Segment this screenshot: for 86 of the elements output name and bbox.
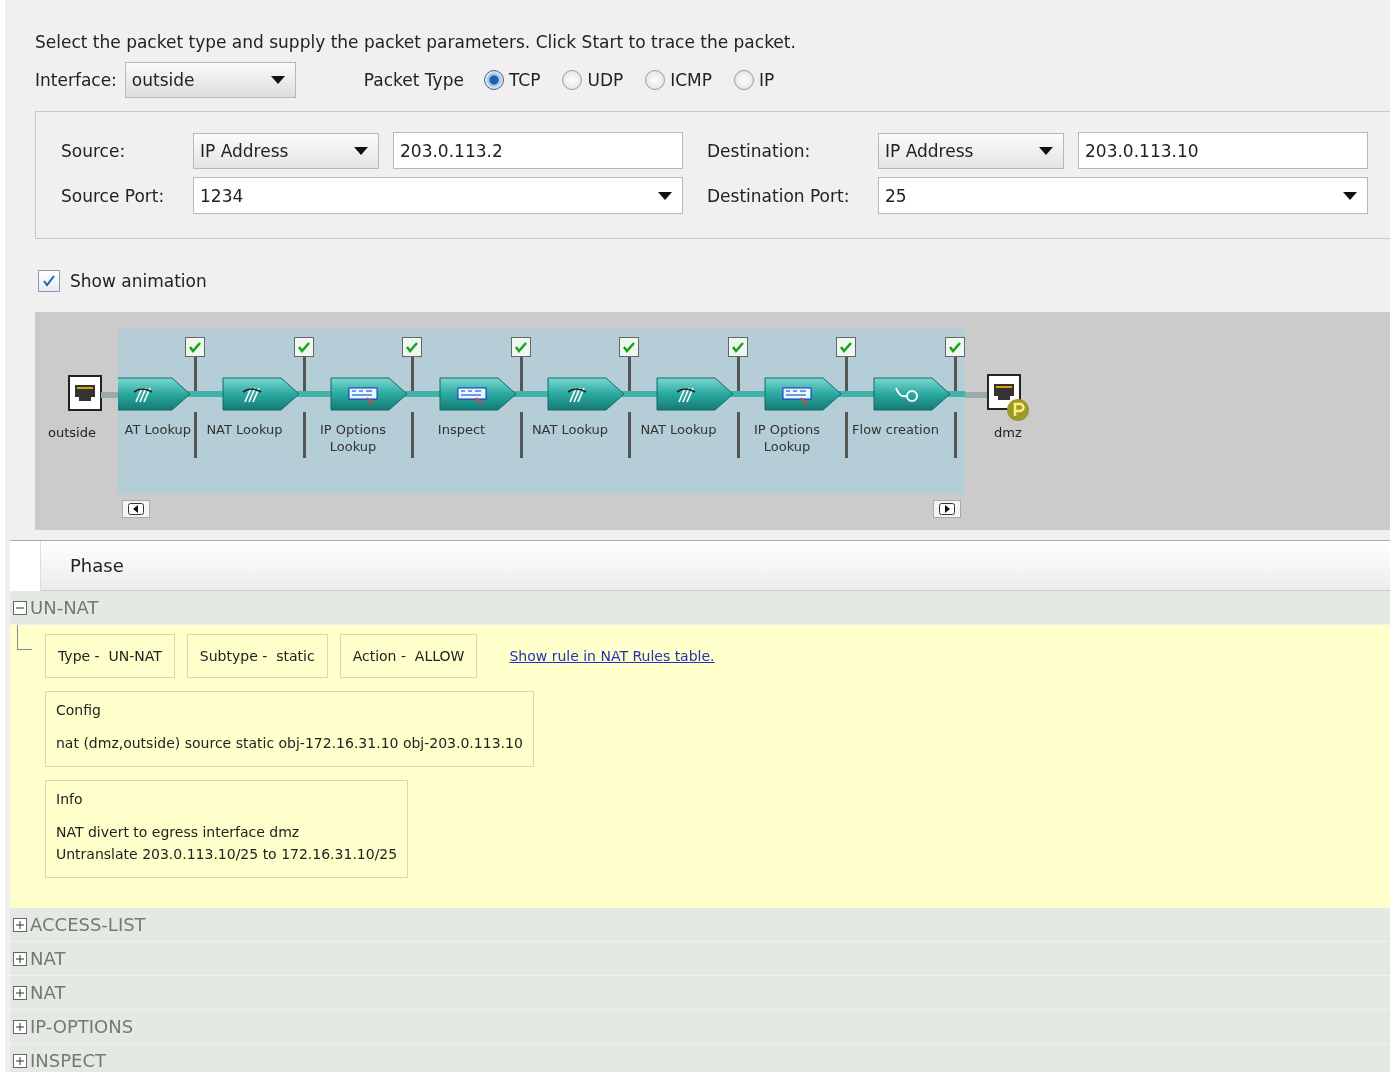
instruction-text: Select the packet type and supply the packet parameters. Click Start to trace the packet. xyxy=(35,32,797,52)
phase-group-row[interactable]: NAT xyxy=(10,942,1390,976)
check-icon xyxy=(947,340,962,354)
config-title: Config xyxy=(56,702,102,718)
node-label: dmz xyxy=(994,425,1022,440)
tree-connector-line xyxy=(17,625,32,650)
nat-rule-link[interactable]: Show rule in NAT Rules table. xyxy=(509,648,715,664)
caret-icon xyxy=(354,146,368,155)
destination-type-dropdown[interactable]: IP Address xyxy=(878,132,1064,169)
check-icon xyxy=(41,273,57,289)
source-port-combo[interactable]: 1234 xyxy=(193,177,683,214)
options-stage-icon xyxy=(437,376,518,412)
options-stage-icon xyxy=(329,376,409,412)
check-icon xyxy=(405,340,419,354)
info-text: NAT divert to egress interface dmz xyxy=(56,823,301,842)
scroll-left-button[interactable] xyxy=(122,500,150,518)
phase-group-row[interactable]: ACCESS-LIST xyxy=(10,908,1390,942)
nat-stage-icon xyxy=(654,376,735,412)
node-label: outside xyxy=(48,425,96,440)
check-icon xyxy=(839,340,853,354)
show-animation-checkbox[interactable] xyxy=(38,270,60,292)
stage-checkbox[interactable] xyxy=(727,337,748,357)
info-text: Untranslate 203.0.113.10/25 to 172.16.31.10/25 xyxy=(56,845,398,864)
caret-icon xyxy=(658,191,672,200)
config-text: nat (dmz,outside) source static obj-172.16.31.10 obj-203.0.113.10 xyxy=(56,734,523,753)
expand-icon[interactable] xyxy=(13,917,27,932)
nat-stage-icon xyxy=(118,376,192,412)
network-port-icon xyxy=(68,375,102,411)
nat-stage-icon xyxy=(220,376,301,412)
phase-group-row[interactable]: NAT xyxy=(10,976,1390,1010)
phase-group-row[interactable]: IP-OPTIONS xyxy=(10,1010,1390,1044)
stage-label: NAT Lookup xyxy=(530,421,610,438)
source-address-field[interactable]: 203.0.113.2 xyxy=(393,132,683,169)
show-animation-label: Show animation xyxy=(70,271,207,291)
packet-type-radio[interactable]: UDP xyxy=(562,70,624,90)
interface-label: Interface: xyxy=(35,70,117,90)
stage-label: IP Options Lookup xyxy=(753,421,821,455)
expand-icon[interactable] xyxy=(13,985,27,1000)
check-icon xyxy=(622,340,636,354)
interface-dropdown[interactable]: outside xyxy=(124,62,296,98)
destination-label: Destination: xyxy=(707,140,812,161)
detail-field: Subtype - static xyxy=(186,634,328,678)
expand-icon[interactable] xyxy=(13,1019,27,1034)
expand-icon[interactable] xyxy=(13,1053,27,1068)
caret-icon xyxy=(270,76,285,84)
check-icon xyxy=(296,340,311,354)
stage-checkbox[interactable] xyxy=(185,337,205,357)
check-icon xyxy=(188,340,202,354)
source-label: Source: xyxy=(61,140,127,161)
packet-type-radio[interactable]: ICMP xyxy=(645,70,713,90)
phase-group-row[interactable]: INSPECT xyxy=(10,1044,1390,1072)
source-port-label: Source Port: xyxy=(61,185,166,206)
source-type-dropdown[interactable]: IP Address xyxy=(193,132,379,169)
stage-checkbox[interactable] xyxy=(293,337,314,357)
detail-field: Type - UN-NAT xyxy=(45,634,175,678)
stage-label: Flow creation xyxy=(851,421,940,438)
stage-checkbox[interactable] xyxy=(619,337,639,357)
collapse-icon[interactable] xyxy=(13,600,27,615)
stage-label: AT Lookup xyxy=(123,421,191,438)
detail-field: Action - ALLOW xyxy=(339,634,478,678)
check-icon xyxy=(730,340,745,354)
packet-type-label: Packet Type xyxy=(363,70,464,90)
nat-stage-icon xyxy=(546,376,626,412)
destination-port-combo[interactable]: 25 xyxy=(878,177,1368,214)
phase-group-row[interactable]: UN-NAT xyxy=(10,591,1390,625)
stage-checkbox[interactable] xyxy=(944,337,965,357)
packet-type-radio[interactable]: TCP xyxy=(483,70,541,90)
options-stage-icon xyxy=(763,376,843,412)
stage-label: NAT Lookup xyxy=(639,421,718,438)
stage-label: NAT Lookup xyxy=(205,421,284,438)
flow-stage-icon xyxy=(871,376,952,412)
network-port-icon xyxy=(987,374,1031,422)
scroll-right-button[interactable] xyxy=(933,500,961,518)
stage-checkbox[interactable] xyxy=(836,337,856,357)
phase-column-header[interactable]: Phase xyxy=(40,541,1390,591)
info-title: Info xyxy=(56,791,84,807)
stage-label: Inspect xyxy=(436,421,487,438)
expand-icon[interactable] xyxy=(13,951,27,966)
caret-icon xyxy=(1343,191,1357,200)
stage-label: IP Options Lookup xyxy=(319,421,387,455)
destination-address-field[interactable]: 203.0.113.10 xyxy=(1078,132,1368,169)
caret-icon xyxy=(1039,146,1053,155)
stage-checkbox[interactable] xyxy=(402,337,422,357)
destination-port-label: Destination Port: xyxy=(707,185,851,206)
check-icon xyxy=(513,340,528,354)
stage-checkbox[interactable] xyxy=(510,337,531,357)
